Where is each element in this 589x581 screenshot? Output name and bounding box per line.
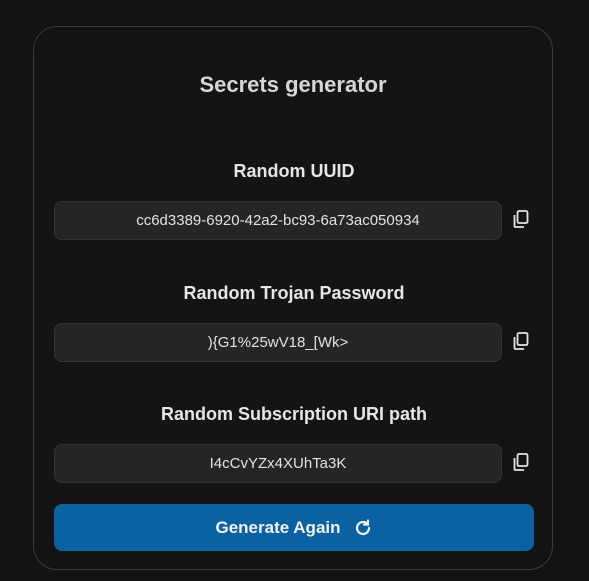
generate-again-label: Generate Again	[215, 517, 341, 537]
copy-subscription-path-button[interactable]	[508, 451, 534, 477]
trojan-password-field[interactable]	[54, 323, 502, 362]
subscription-path-label: Random Subscription URI path	[160, 404, 427, 424]
copy-trojan-password-button[interactable]	[508, 330, 534, 356]
uuid-label: Random UUID	[233, 161, 355, 181]
page-title: Secrets generator	[199, 72, 387, 97]
uuid-field[interactable]	[54, 201, 502, 240]
copy-icon	[511, 331, 531, 356]
copy-uuid-button[interactable]	[508, 208, 534, 234]
generate-again-button[interactable]: Generate Again	[54, 504, 534, 551]
copy-icon	[511, 209, 531, 234]
copy-icon	[511, 452, 531, 477]
subscription-path-field[interactable]	[54, 444, 502, 483]
trojan-password-label: Random Trojan Password	[183, 283, 405, 303]
secrets-generator-card: Secrets generator Random UUID Random Tro…	[33, 26, 553, 570]
refresh-icon	[353, 518, 373, 538]
